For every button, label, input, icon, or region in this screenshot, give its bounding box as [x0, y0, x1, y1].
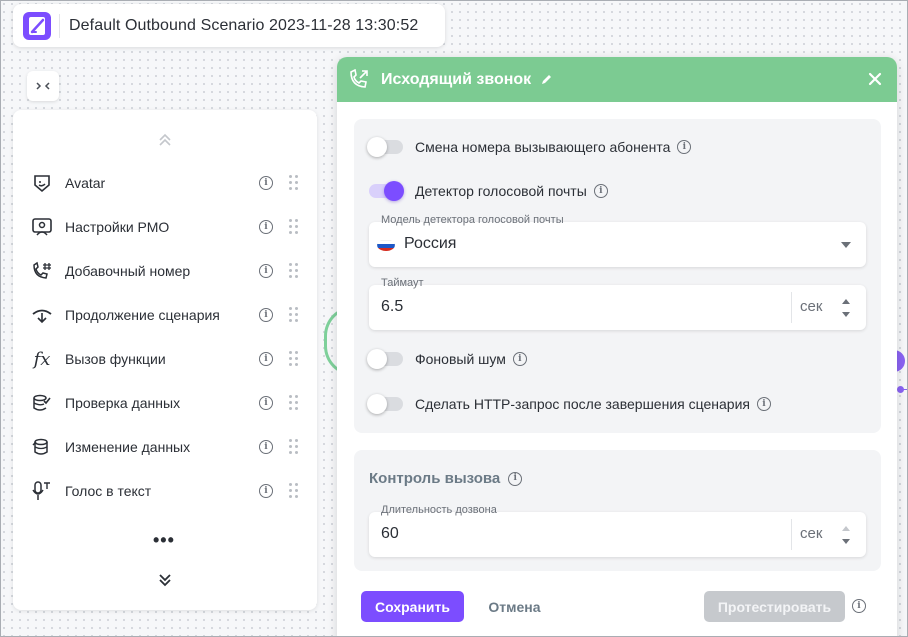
http-request-row: Сделать HTTP-запрос после завершения сце… — [367, 392, 771, 416]
palette-item-label: Вызов функции — [65, 351, 166, 367]
dialog-header: Исходящий звонок — [337, 57, 897, 102]
drag-handle-icon[interactable] — [289, 175, 299, 191]
more-items-button[interactable]: ••• — [153, 530, 175, 551]
phone-extension-icon — [31, 260, 53, 282]
field-value: Россия — [404, 235, 457, 252]
info-icon[interactable]: i — [259, 264, 273, 278]
toggle-label: Смена номера вызывающего абонента — [415, 139, 671, 155]
outgoing-call-icon — [350, 69, 368, 88]
cancel-button[interactable]: Отмена — [477, 591, 552, 622]
scroll-up-icon[interactable] — [157, 132, 173, 148]
info-icon[interactable]: i — [259, 308, 273, 322]
speech-to-text-icon — [31, 480, 53, 502]
node-palette: Avatar i Настройки РМО i Добавочный номе… — [13, 110, 317, 610]
background-noise-toggle[interactable] — [367, 349, 403, 369]
connector-line — [903, 389, 908, 390]
caller-id-change-row: Смена номера вызывающего абонента i — [367, 135, 692, 159]
dialog-title: Исходящий звонок — [381, 70, 532, 88]
palette-item-speech-to-text[interactable]: Голос в текст i — [13, 469, 317, 513]
info-icon[interactable]: i — [259, 484, 273, 498]
palette-item-label: Настройки РМО — [65, 219, 170, 235]
section-title-text: Контроль вызова — [369, 470, 501, 487]
drag-handle-icon[interactable] — [289, 307, 299, 323]
drag-handle-icon[interactable] — [289, 439, 299, 455]
stepper-icon[interactable] — [841, 524, 851, 546]
unit-label: сек — [800, 298, 823, 315]
timeout-field[interactable]: Таймаут 6.5 сек — [369, 277, 866, 330]
info-icon[interactable]: i — [259, 440, 273, 454]
field-value[interactable]: 60 — [381, 525, 399, 543]
field-label: Длительность дозвона — [381, 504, 497, 516]
toggle-label: Сделать HTTP-запрос после завершения сце… — [415, 396, 750, 412]
call-settings-section: Смена номера вызывающего абонента i Дете… — [354, 119, 881, 433]
divider — [791, 519, 792, 550]
stepper-icon[interactable] — [841, 297, 851, 319]
data-check-icon — [31, 392, 53, 414]
field-value[interactable]: 6.5 — [381, 298, 403, 316]
divider — [791, 292, 792, 323]
info-icon[interactable]: i — [259, 352, 273, 366]
dial-duration-field[interactable]: Длительность дозвона 60 сек — [369, 504, 866, 557]
divider — [59, 13, 60, 38]
close-icon[interactable] — [867, 71, 883, 87]
avatar-badge-icon — [31, 172, 53, 194]
collapse-panel-icon — [36, 82, 50, 90]
palette-item-data-edit[interactable]: Изменение данных i — [13, 425, 317, 469]
palette-item-label: Продолжение сценария — [65, 307, 220, 323]
info-icon[interactable]: i — [852, 599, 866, 613]
palette-item-operator-settings[interactable]: Настройки РМО i — [13, 205, 317, 249]
info-icon[interactable]: i — [259, 396, 273, 410]
palette-item-label: Голос в текст — [65, 483, 152, 499]
palette-item-avatar[interactable]: Avatar i — [13, 161, 317, 205]
test-button[interactable]: Протестировать — [704, 591, 845, 622]
info-icon[interactable]: i — [677, 140, 692, 154]
save-button[interactable]: Сохранить — [361, 591, 464, 622]
russia-flag-icon — [377, 239, 395, 251]
drag-handle-icon[interactable] — [289, 395, 299, 411]
http-request-toggle[interactable] — [367, 394, 403, 414]
outbound-call-dialog: Исходящий звонок Смена номера вызывающег… — [337, 57, 897, 637]
palette-item-extension[interactable]: Добавочный номер i — [13, 249, 317, 293]
drag-handle-icon[interactable] — [289, 219, 299, 235]
app-logo-icon[interactable] — [22, 11, 52, 41]
palette-item-data-check[interactable]: Проверка данных i — [13, 381, 317, 425]
field-label: Таймаут — [381, 277, 424, 289]
caller-id-change-toggle[interactable] — [367, 137, 403, 157]
unit-label: сек — [800, 525, 823, 542]
palette-item-function-call[interactable]: fx Вызов функции i — [13, 337, 317, 381]
info-icon[interactable]: i — [756, 397, 771, 411]
palette-item-label: Изменение данных — [65, 439, 191, 455]
palette-item-label: Добавочный номер — [65, 263, 191, 279]
detector-model-select[interactable]: Модель детектора голосовой почты Россия — [369, 214, 866, 267]
background-noise-row: Фоновый шум i — [367, 347, 527, 371]
drag-handle-icon[interactable] — [289, 351, 299, 367]
chevron-down-icon[interactable] — [841, 242, 851, 248]
toggle-label: Фоновый шум — [415, 351, 506, 367]
palette-item-label: Проверка данных — [65, 395, 181, 411]
info-icon[interactable]: i — [508, 471, 523, 486]
voicemail-detector-row: Детектор голосовой почты i — [369, 179, 608, 203]
drag-handle-icon[interactable] — [289, 483, 299, 499]
info-icon[interactable]: i — [593, 184, 608, 198]
palette-item-label: Avatar — [65, 175, 106, 191]
operator-workplace-icon — [31, 216, 53, 238]
drag-handle-icon[interactable] — [289, 263, 299, 279]
info-icon[interactable]: i — [259, 176, 273, 190]
edit-title-icon[interactable] — [540, 73, 553, 86]
info-icon[interactable]: i — [259, 220, 273, 234]
section-title: Контроль вызова i — [369, 470, 523, 487]
scenario-continue-icon — [31, 304, 53, 326]
scenario-title-bar: Default Outbound Scenario 2023-11-28 13:… — [13, 4, 445, 47]
call-control-section: Контроль вызова i Длительность дозвона 6… — [354, 450, 881, 571]
function-icon: fx — [33, 348, 51, 370]
collapse-panel-button[interactable] — [27, 71, 59, 101]
toggle-label: Детектор голосовой почты — [415, 183, 587, 199]
info-icon[interactable]: i — [512, 352, 527, 366]
palette-item-scenario-continue[interactable]: Продолжение сценария i — [13, 293, 317, 337]
field-label: Модель детектора голосовой почты — [381, 214, 564, 226]
scroll-down-icon[interactable] — [157, 572, 173, 588]
voicemail-detector-toggle[interactable] — [369, 181, 404, 201]
scenario-title[interactable]: Default Outbound Scenario 2023-11-28 13:… — [69, 17, 418, 35]
data-edit-icon — [31, 436, 53, 458]
